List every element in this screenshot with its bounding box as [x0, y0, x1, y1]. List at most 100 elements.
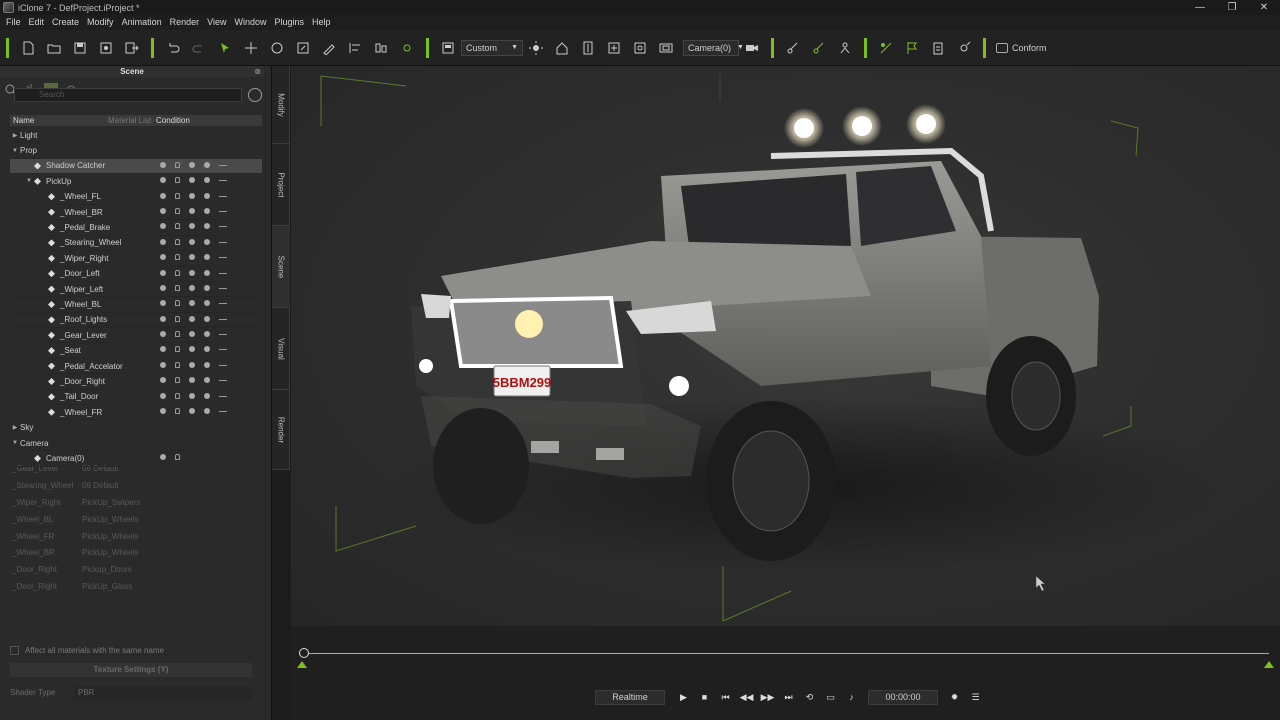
- render-icon[interactable]: [93, 36, 119, 60]
- lock-icon[interactable]: [175, 223, 180, 230]
- visibility-icon[interactable]: [189, 223, 195, 230]
- tree-row[interactable]: _Seat: [10, 343, 262, 359]
- visibility-icon[interactable]: [160, 223, 166, 230]
- visibility-icon[interactable]: [204, 408, 210, 415]
- menu-icon[interactable]: [219, 210, 227, 212]
- menu-icon[interactable]: [219, 195, 227, 197]
- menu-animation[interactable]: Animation: [118, 15, 166, 30]
- close-button[interactable]: ✕: [1248, 0, 1280, 15]
- visibility-icon[interactable]: [160, 315, 166, 322]
- lock-icon[interactable]: [175, 238, 180, 245]
- column-condition[interactable]: Condition: [156, 115, 256, 126]
- visibility-icon[interactable]: [160, 254, 166, 261]
- visibility-icon[interactable]: [160, 284, 166, 291]
- tab-project[interactable]: Project: [272, 144, 290, 226]
- loop-icon[interactable]: ⟲: [799, 690, 820, 705]
- minimize-button[interactable]: —: [1184, 0, 1216, 15]
- zoom-extents-icon[interactable]: [601, 36, 627, 60]
- visibility-icon[interactable]: [189, 377, 195, 384]
- open-folder-icon[interactable]: [41, 36, 67, 60]
- preset-dropdown[interactable]: Custom ▼: [461, 39, 523, 56]
- lock-icon[interactable]: [175, 331, 180, 338]
- affect-all-checkbox[interactable]: Affect all materials with the same name: [10, 646, 164, 655]
- menu-help[interactable]: Help: [308, 15, 335, 30]
- visibility-icon[interactable]: [189, 300, 195, 307]
- next-key-icon[interactable]: ⏭: [778, 690, 799, 705]
- visibility-icon[interactable]: [160, 331, 166, 338]
- visibility-icon[interactable]: [160, 177, 166, 184]
- visibility-icon[interactable]: [160, 408, 166, 415]
- stop-icon[interactable]: ■: [694, 690, 715, 705]
- lock-icon[interactable]: [175, 177, 180, 184]
- visibility-icon[interactable]: [204, 192, 210, 199]
- expand-toggle-icon[interactable]: ▼: [10, 440, 20, 446]
- visibility-icon[interactable]: [189, 346, 195, 353]
- realtime-dropdown[interactable]: Realtime: [595, 689, 665, 705]
- redo-icon[interactable]: [186, 36, 212, 60]
- motion-icon[interactable]: [806, 36, 832, 60]
- tree-row[interactable]: _Door_Right: [10, 374, 262, 390]
- timeline-playhead[interactable]: [299, 648, 309, 658]
- visibility-icon[interactable]: [160, 207, 166, 214]
- menu-icon[interactable]: [219, 334, 227, 336]
- visibility-icon[interactable]: [160, 346, 166, 353]
- pivot-icon[interactable]: [394, 36, 420, 60]
- menu-icon[interactable]: [219, 380, 227, 382]
- 3d-viewport[interactable]: 5BBM299: [291, 66, 1280, 626]
- tree-row[interactable]: ▼ Prop: [10, 143, 262, 159]
- tree-row[interactable]: _Wiper_Right: [10, 251, 262, 267]
- timeline-settings-icon[interactable]: ✹: [944, 690, 965, 705]
- visibility-icon[interactable]: [160, 300, 166, 307]
- menu-icon[interactable]: [219, 395, 227, 397]
- menu-icon[interactable]: [219, 272, 227, 274]
- frame-icon[interactable]: [653, 36, 679, 60]
- range-start-marker[interactable]: [297, 661, 307, 668]
- visibility-icon[interactable]: [189, 207, 195, 214]
- range-icon[interactable]: ▭: [820, 690, 841, 705]
- timeline-track[interactable]: [303, 653, 1269, 654]
- physics-icon[interactable]: [873, 36, 899, 60]
- menu-icon[interactable]: [219, 364, 227, 366]
- previous-key-icon[interactable]: ⏮: [715, 690, 736, 705]
- visibility-icon[interactable]: [204, 331, 210, 338]
- visibility-icon[interactable]: [160, 377, 166, 384]
- visibility-icon[interactable]: [160, 192, 166, 199]
- lock-icon[interactable]: [175, 315, 180, 322]
- visibility-icon[interactable]: [160, 238, 166, 245]
- menu-icon[interactable]: [219, 303, 227, 305]
- lock-icon[interactable]: [175, 207, 180, 214]
- distribute-icon[interactable]: [368, 36, 394, 60]
- range-end-marker[interactable]: [1264, 661, 1274, 668]
- step-back-icon[interactable]: ◀◀: [736, 690, 757, 705]
- visibility-icon[interactable]: [189, 192, 195, 199]
- settings-icon[interactable]: [951, 36, 977, 60]
- zoom-selected-icon[interactable]: [627, 36, 653, 60]
- tab-visual[interactable]: Visual: [272, 308, 290, 390]
- move-icon[interactable]: [238, 36, 264, 60]
- visibility-icon[interactable]: [204, 315, 210, 322]
- lock-icon[interactable]: [175, 454, 180, 461]
- tree-row[interactable]: _Stearing_Wheel: [10, 236, 262, 252]
- new-file-icon[interactable]: [15, 36, 41, 60]
- menu-icon[interactable]: [219, 349, 227, 351]
- visibility-icon[interactable]: [204, 254, 210, 261]
- menu-icon[interactable]: [219, 226, 227, 228]
- audio-icon[interactable]: ♪: [841, 690, 862, 705]
- shader-type-dropdown[interactable]: PBR: [74, 686, 252, 700]
- ik-icon[interactable]: [780, 36, 806, 60]
- tab-modify[interactable]: Modify: [272, 66, 290, 144]
- visibility-icon[interactable]: [160, 454, 166, 461]
- tab-scene[interactable]: Scene: [272, 226, 290, 308]
- select-arrow-icon[interactable]: [212, 36, 238, 60]
- tree-row[interactable]: Camera(0): [10, 451, 262, 467]
- expand-toggle-icon[interactable]: ▼: [24, 178, 34, 184]
- menu-icon[interactable]: [219, 241, 227, 243]
- zoom-height-icon[interactable]: [575, 36, 601, 60]
- tree-row[interactable]: ▼ Camera: [10, 436, 262, 452]
- lock-icon[interactable]: [175, 269, 180, 276]
- visibility-icon[interactable]: [189, 238, 195, 245]
- tree-row[interactable]: ▶ Light: [10, 128, 262, 144]
- conform-button[interactable]: Conform: [996, 42, 1047, 53]
- visibility-icon[interactable]: [160, 392, 166, 399]
- visibility-icon[interactable]: [204, 223, 210, 230]
